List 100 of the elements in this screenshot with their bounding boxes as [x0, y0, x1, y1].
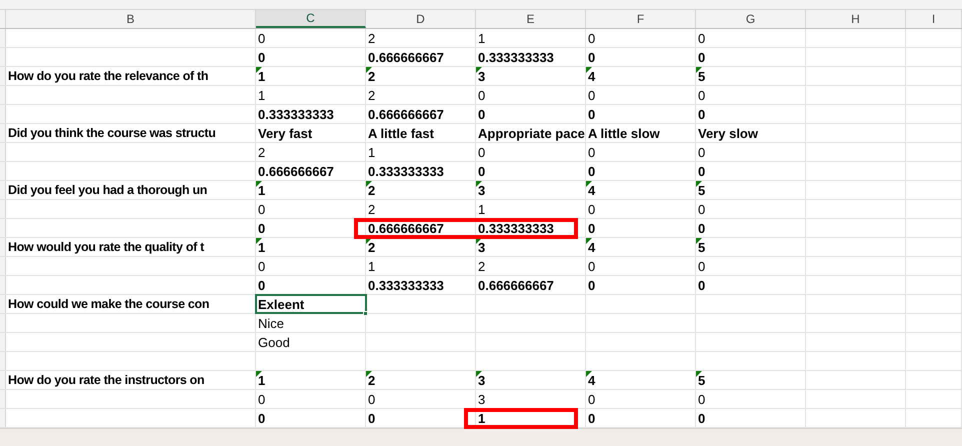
table-cell[interactable]: 2	[366, 29, 476, 47]
table-cell[interactable]: 0	[696, 86, 806, 104]
table-cell[interactable]: 0	[696, 162, 806, 180]
table-cell[interactable]: 0	[696, 276, 806, 294]
table-cell[interactable]: 1	[366, 257, 476, 275]
table-cell[interactable]: 0	[586, 390, 696, 408]
table-cell[interactable]: 0	[586, 276, 696, 294]
table-cell[interactable]: 5	[696, 181, 806, 199]
row-header[interactable]	[0, 105, 6, 123]
table-cell[interactable]: 0	[586, 143, 696, 161]
table-cell[interactable]: 0	[586, 86, 696, 104]
table-cell[interactable]: 0	[256, 200, 366, 218]
table-cell[interactable]: 0	[256, 219, 366, 237]
row-header[interactable]	[0, 162, 6, 180]
row-header[interactable]	[0, 143, 6, 161]
table-cell[interactable]: 2	[366, 86, 476, 104]
row-header[interactable]	[0, 390, 6, 408]
table-cell[interactable]: Exleent	[256, 295, 366, 313]
column-header[interactable]: F	[586, 10, 696, 28]
table-cell[interactable]: Very fast	[256, 124, 366, 142]
table-cell[interactable]: 1	[256, 86, 366, 104]
table-cell[interactable]: 0	[366, 409, 476, 427]
column-header[interactable]: G	[696, 10, 806, 28]
table-cell[interactable]: Good	[256, 333, 366, 351]
table-cell[interactable]: Nice	[256, 314, 366, 332]
table-cell[interactable]: 1	[366, 143, 476, 161]
table-cell[interactable]: 0	[256, 257, 366, 275]
table-cell[interactable]: 0	[256, 276, 366, 294]
table-cell[interactable]: Did you think the course was structu	[6, 124, 256, 142]
column-header[interactable]: I	[906, 10, 962, 28]
table-cell[interactable]: 0	[696, 409, 806, 427]
row-header[interactable]	[0, 276, 6, 294]
table-cell[interactable]: 0	[476, 143, 586, 161]
row-header[interactable]	[0, 238, 6, 256]
table-cell[interactable]: Very slow	[696, 124, 806, 142]
table-cell[interactable]: 0	[256, 29, 366, 47]
table-cell[interactable]: 0	[586, 257, 696, 275]
table-cell[interactable]: 0	[476, 86, 586, 104]
column-header[interactable]: D	[366, 10, 476, 28]
column-header[interactable]: E	[476, 10, 586, 28]
table-cell[interactable]: 0	[696, 105, 806, 123]
table-cell[interactable]: 0	[696, 29, 806, 47]
table-cell[interactable]: 0.333333333	[476, 48, 586, 66]
table-cell[interactable]: 0.333333333	[366, 162, 476, 180]
table-cell[interactable]: 0	[696, 200, 806, 218]
row-header[interactable]	[0, 200, 6, 218]
row-header[interactable]	[0, 67, 6, 85]
row-header[interactable]	[0, 352, 6, 370]
table-cell[interactable]: 0	[256, 409, 366, 427]
table-cell[interactable]: 2	[476, 257, 586, 275]
row-header[interactable]	[0, 181, 6, 199]
table-cell[interactable]: 0.333333333	[476, 219, 586, 237]
table-cell[interactable]: 5	[696, 238, 806, 256]
table-cell[interactable]: 5	[696, 67, 806, 85]
table-cell[interactable]: 5	[696, 371, 806, 389]
table-cell[interactable]: 2	[256, 143, 366, 161]
table-cell[interactable]: 0.666666667	[366, 219, 476, 237]
table-cell[interactable]: 0	[586, 200, 696, 218]
table-cell[interactable]: 0	[476, 105, 586, 123]
row-header[interactable]	[0, 333, 6, 351]
table-cell[interactable]: 0.666666667	[366, 48, 476, 66]
row-header[interactable]	[0, 257, 6, 275]
table-cell[interactable]: 1	[476, 409, 586, 427]
table-cell[interactable]: 0	[586, 162, 696, 180]
table-cell[interactable]: How could we make the course con	[6, 295, 256, 313]
table-cell[interactable]: 1	[476, 29, 586, 47]
table-cell[interactable]: 0	[476, 162, 586, 180]
table-cell[interactable]: A little slow	[586, 124, 696, 142]
column-header[interactable]: C	[256, 10, 366, 28]
table-cell[interactable]: 2	[366, 200, 476, 218]
table-cell[interactable]: 0	[256, 390, 366, 408]
row-header[interactable]	[0, 29, 6, 47]
table-cell[interactable]: 0	[366, 390, 476, 408]
table-cell[interactable]: A little fast	[366, 124, 476, 142]
table-cell[interactable]: 0	[586, 105, 696, 123]
table-cell[interactable]: 0	[696, 390, 806, 408]
row-header[interactable]	[0, 314, 6, 332]
table-cell[interactable]: 0	[696, 219, 806, 237]
row-header[interactable]	[0, 295, 6, 313]
row-header[interactable]	[0, 48, 6, 66]
table-cell[interactable]: 0	[586, 409, 696, 427]
row-header[interactable]	[0, 371, 6, 389]
table-cell[interactable]: 0	[696, 48, 806, 66]
row-header[interactable]	[0, 219, 6, 237]
table-cell[interactable]: 0.666666667	[366, 105, 476, 123]
table-cell[interactable]: 0	[256, 48, 366, 66]
column-header[interactable]: H	[806, 10, 906, 28]
table-cell[interactable]: 0.333333333	[366, 276, 476, 294]
fill-handle[interactable]	[363, 311, 368, 316]
table-cell[interactable]: 3	[476, 390, 586, 408]
table-cell[interactable]: 0	[586, 29, 696, 47]
table-cell[interactable]: 1	[476, 200, 586, 218]
table-cell[interactable]: 0.666666667	[476, 276, 586, 294]
table-cell[interactable]: 0.666666667	[256, 162, 366, 180]
table-cell[interactable]: 0	[696, 257, 806, 275]
table-cell[interactable]: 0.333333333	[256, 105, 366, 123]
table-cell[interactable]: 0	[696, 143, 806, 161]
row-header[interactable]	[0, 124, 6, 142]
table-cell[interactable]: 0	[586, 48, 696, 66]
table-cell[interactable]: 0	[586, 219, 696, 237]
